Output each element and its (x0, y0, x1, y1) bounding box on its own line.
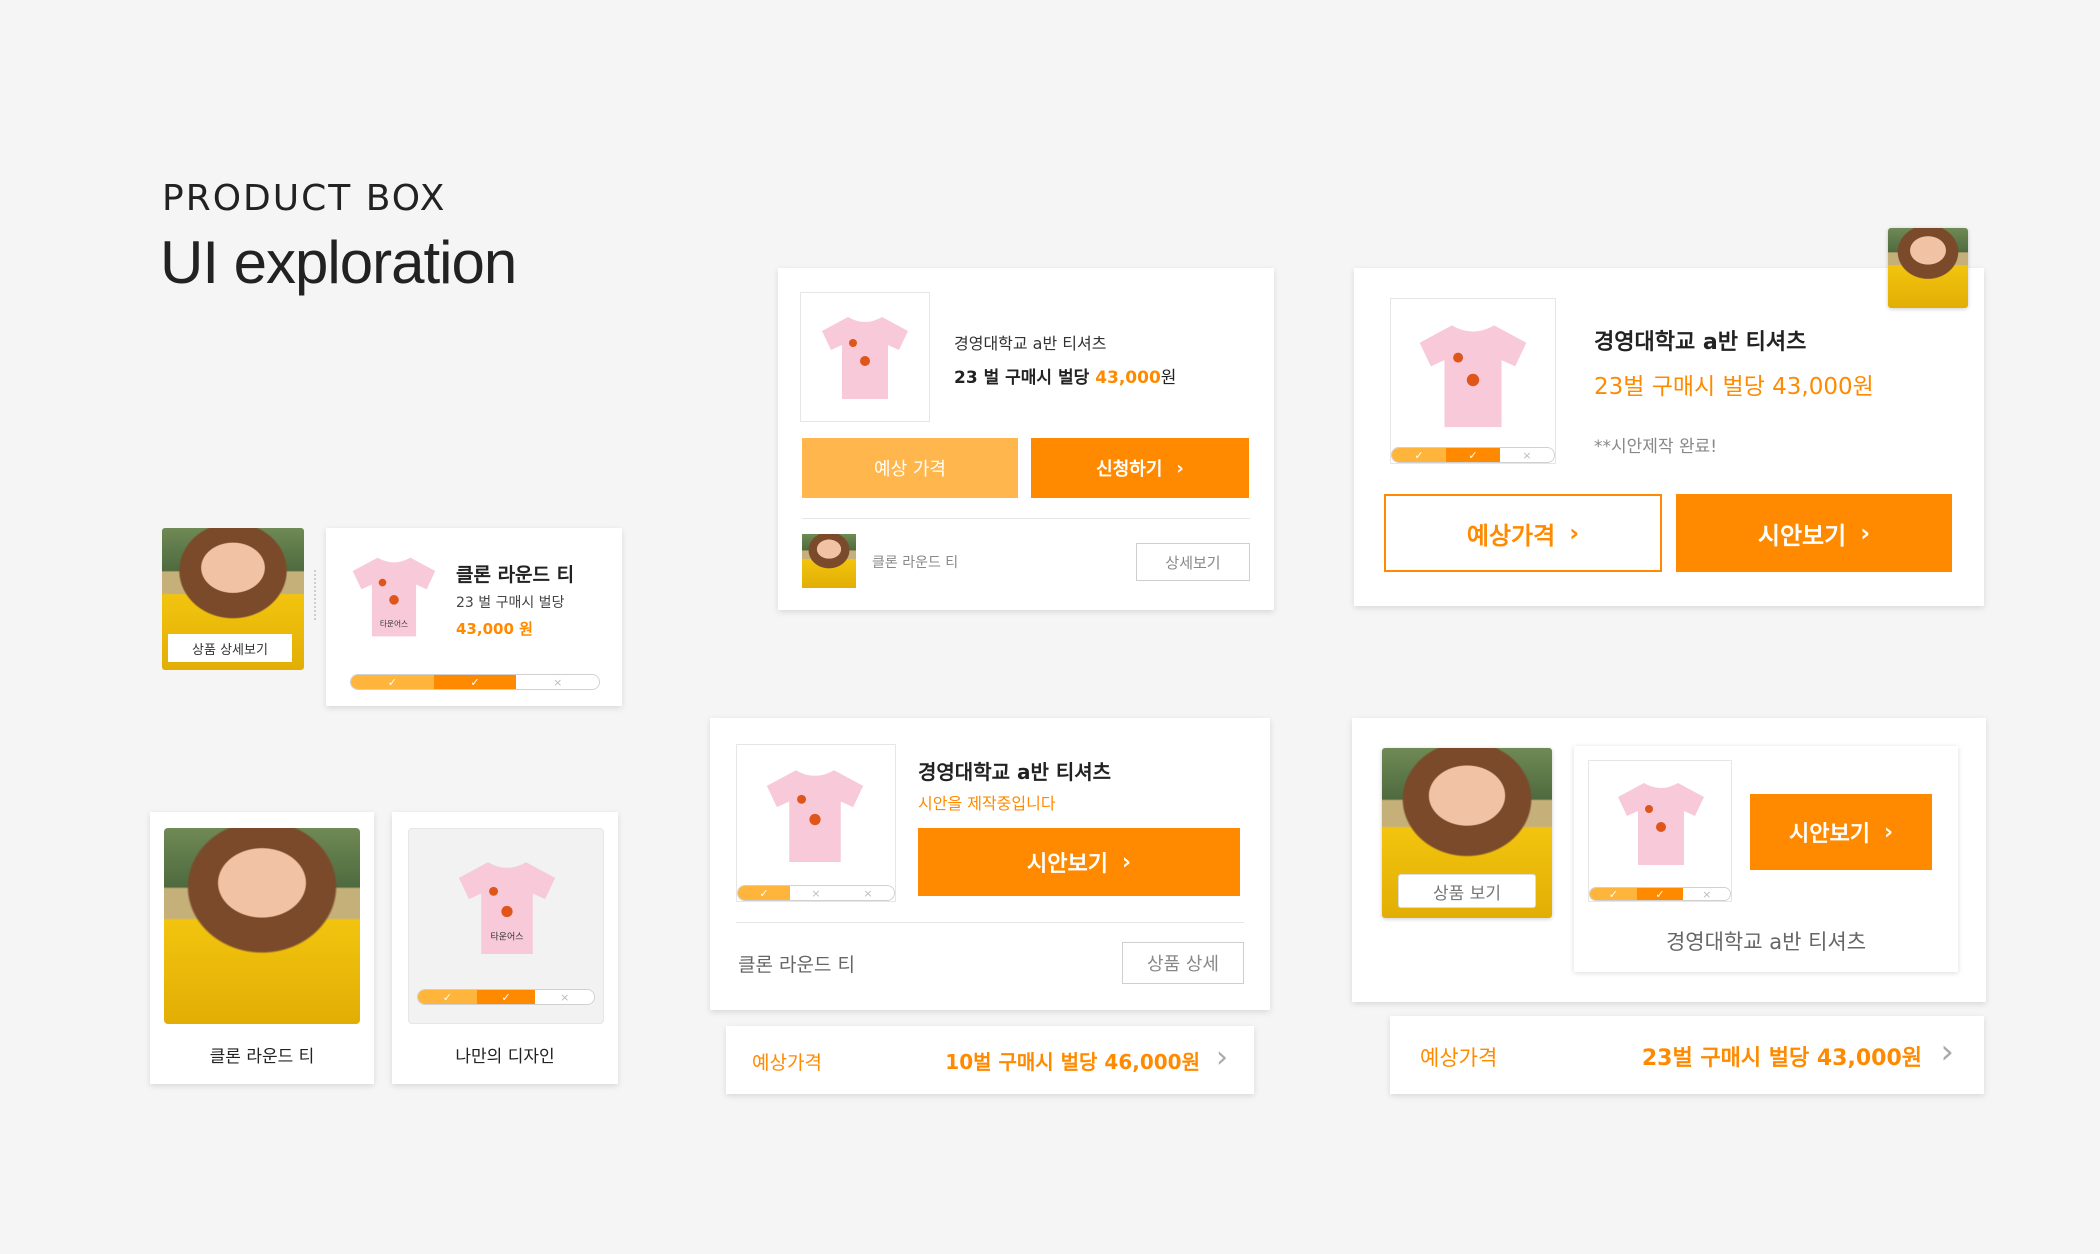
progress-bar: ✓ ✓ × (417, 989, 595, 1005)
footer-product-name: 클론 라운드 티 (872, 555, 959, 571)
estimate-label: 예상가격 (1420, 1046, 1498, 1070)
estimate-button-label: 예상가격 (1466, 521, 1556, 550)
apply-button[interactable]: 신청하기 › (1031, 438, 1249, 498)
estimate-strip[interactable]: 예상가격 10벌 구매시 벌당 46,000원 › (726, 1026, 1254, 1094)
order-card-large[interactable]: ✓ ✓ × 경영대학교 a반 티셔츠 23벌 구매시 벌당 43,000원 **시안… (1354, 268, 1984, 606)
tshirt-image (1411, 313, 1535, 437)
tile-label: 클론 라운드 티 (209, 1047, 315, 1067)
product-info: 23 벌 구매시 벌당 (456, 595, 565, 611)
chevron-right-icon: › (1216, 1040, 1228, 1075)
preview-design-button[interactable]: 시안보기 › (918, 828, 1240, 896)
estimate-price-button[interactable]: 예상가격 › (1384, 494, 1662, 572)
preview-design-button[interactable]: 시안보기 › (1750, 794, 1932, 870)
product-detail-button[interactable]: 상품 상세보기 (168, 634, 292, 662)
progress-step-done: ✓ (738, 886, 790, 900)
price-line: 23벌 구매시 벌당 43,000원 (1594, 374, 1874, 400)
design-compare-card[interactable]: 상품 보기 ✓ ✓ × 시안보기 › 경영대학교 a반 티셔츠 (1352, 718, 1986, 1002)
progress-bar: ✓ ✓ × (350, 674, 600, 690)
preview-button-label: 시안보기 (1757, 521, 1847, 550)
progress-step-done: ✓ (1392, 448, 1446, 462)
product-school-name: 경영대학교 a반 티셔츠 (918, 760, 1112, 784)
preview-design-button[interactable]: 시안보기 › (1676, 494, 1952, 572)
divider (314, 570, 316, 620)
preview-button-label: 시안보기 (1788, 822, 1870, 847)
design-preview-box: 타운어스 ✓ ✓ × (408, 828, 604, 1024)
estimate-strip[interactable]: 예상가격 23벌 구매시 벌당 43,000원 › (1390, 1016, 1984, 1094)
price-value: 43,000 (1095, 368, 1161, 388)
page-title: UI exploration (160, 229, 517, 296)
preview-button-label: 시안보기 (1026, 852, 1108, 877)
product-photo[interactable]: 상품 상세보기 (162, 528, 304, 670)
estimate-price-button[interactable]: 예상 가격 (802, 438, 1018, 498)
progress-step-todo: × (1683, 888, 1730, 900)
product-photo (164, 828, 360, 1024)
tshirt-print-text: 타운어스 (380, 619, 408, 629)
progress-step-todo: × (842, 886, 894, 900)
design-caption: 경영대학교 a반 티셔츠 (1665, 930, 1867, 954)
progress-step-done: ✓ (351, 675, 434, 689)
design-tile[interactable]: 타운어스 ✓ ✓ × 나만의 디자인 (392, 812, 618, 1084)
product-school-name: 경영대학교 a반 티셔츠 (1594, 330, 1807, 355)
tshirt-image: 타운어스 (346, 548, 442, 644)
photo-tile[interactable]: 클론 라운드 티 (150, 812, 374, 1084)
progress-bar: ✓ × × (737, 885, 895, 901)
chevron-right-icon: › (1569, 519, 1580, 547)
view-detail-button[interactable]: 상세보기 (1136, 543, 1250, 581)
progress-step-done: ✓ (1590, 888, 1637, 900)
progress-step-todo: × (535, 990, 594, 1004)
view-product-button[interactable]: 상품 보기 (1398, 874, 1536, 908)
tshirt-image (815, 307, 915, 407)
tshirt-thumbnail: ✓ ✓ × (1588, 760, 1732, 902)
progress-bar: ✓ ✓ × (1391, 447, 1555, 463)
price-condition: 23 벌 구매시 벌당 (954, 368, 1090, 388)
product-photo-thumb[interactable] (802, 534, 856, 588)
progress-step-done: ✓ (418, 990, 477, 1004)
product-school-name: 경영대학교 a반 티셔츠 (954, 334, 1107, 353)
product-detail-button[interactable]: 상품 상세 (1122, 942, 1244, 984)
divider (736, 922, 1244, 923)
price-unit: 원 (1160, 368, 1177, 388)
progress-step-todo: × (790, 886, 842, 900)
chevron-right-icon: › (1860, 519, 1871, 547)
tshirt-thumbnail: ✓ × × (736, 744, 896, 902)
order-card[interactable]: 경영대학교 a반 티셔츠 23 벌 구매시 벌당 43,000원 예상 가격 신… (778, 268, 1274, 610)
apply-button-label: 신청하기 (1096, 459, 1163, 480)
progress-step-done: ✓ (433, 675, 517, 689)
status-note: **시안제작 완료! (1594, 437, 1718, 457)
chevron-right-icon: › (1883, 819, 1894, 845)
tshirt-thumbnail (800, 292, 930, 422)
tshirt-image (1611, 773, 1711, 873)
divider (802, 518, 1250, 519)
product-name: 클론 라운드 티 (456, 564, 575, 586)
tshirt-image: 타운어스 (451, 851, 563, 963)
product-photo[interactable]: 상품 보기 (1382, 748, 1552, 918)
progress-step-done: ✓ (1636, 888, 1684, 900)
progress-step-done: ✓ (1446, 448, 1500, 462)
progress-bar: ✓ ✓ × (1589, 887, 1731, 901)
progress-step-todo: × (1500, 448, 1554, 462)
progress-step-done: ✓ (476, 990, 536, 1004)
progress-step-todo: × (516, 675, 599, 689)
tile-label: 나만의 디자인 (455, 1047, 555, 1067)
estimate-label: 예상가격 (752, 1052, 822, 1074)
tshirt-print-text: 타운어스 (491, 931, 524, 942)
estimate-value: 10벌 구매시 벌당 46,000원 (945, 1050, 1200, 1074)
tshirt-thumbnail: ✓ ✓ × (1390, 298, 1556, 464)
chevron-right-icon: › (1121, 849, 1132, 875)
status-text: 시안을 제작중입니다 (918, 794, 1056, 813)
eyebrow-title: PRODUCT BOX (162, 178, 447, 219)
footer-product-name: 클론 라운드 티 (738, 954, 855, 976)
design-panel: ✓ ✓ × 시안보기 › 경영대학교 a반 티셔츠 (1574, 746, 1958, 972)
estimate-value: 23벌 구매시 벌당 43,000원 (1641, 1046, 1922, 1071)
chevron-right-icon: › (1940, 1032, 1954, 1072)
chevron-right-icon: › (1176, 457, 1184, 479)
product-card-mini[interactable]: 타운어스 클론 라운드 티 23 벌 구매시 벌당 43,000 원 ✓ ✓ × (326, 528, 622, 706)
design-status-card[interactable]: ✓ × × 경영대학교 a반 티셔츠 시안을 제작중입니다 시안보기 › 클론 라운… (710, 718, 1270, 1010)
product-price: 43,000 원 (456, 620, 533, 638)
price-line: 23 벌 구매시 벌당 43,000원 (954, 363, 1176, 388)
tshirt-image (759, 759, 871, 871)
product-photo-thumb[interactable] (1888, 228, 1968, 308)
